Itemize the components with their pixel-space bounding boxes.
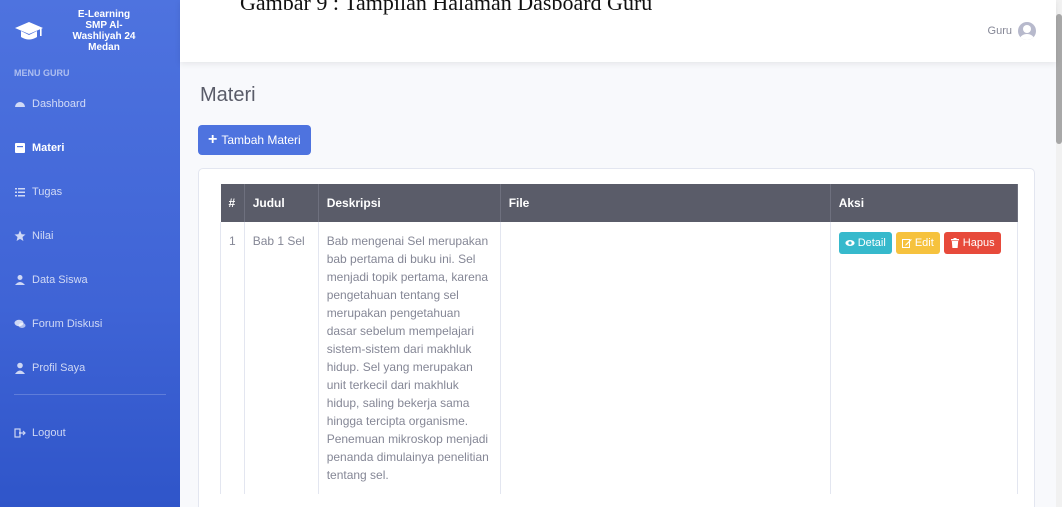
row-actions: Detail Edit Hapus — [838, 232, 1009, 254]
star-icon — [14, 230, 26, 241]
page-scrollbar[interactable] — [1056, 0, 1062, 507]
cell-judul: Bab 1 Sel — [243, 222, 319, 494]
page-title: Materi — [200, 84, 256, 106]
cell-deskripsi: Bab mengenai Sel merupakan bab pertama d… — [317, 222, 501, 494]
header-file: File — [500, 184, 831, 222]
table-row: 1 Bab 1 Sel Bab mengenai Sel merupakan b… — [220, 222, 1019, 494]
plus-icon: + — [208, 131, 218, 148]
book-icon — [15, 143, 25, 153]
materi-card: # Judul Deskripsi File Aksi 1 Bab 1 Sel … — [198, 168, 1035, 507]
user-icon — [15, 362, 25, 374]
header-no: # — [220, 184, 245, 222]
trash-icon — [950, 238, 959, 248]
cell-file — [499, 222, 831, 494]
header-deskripsi: Deskripsi — [318, 184, 501, 222]
sidebar-item-label: Profil Saya — [32, 362, 86, 374]
edit-button[interactable]: Edit — [895, 232, 940, 254]
detail-button[interactable]: Detail — [838, 232, 892, 254]
sidebar-item-label: Forum Diskusi — [32, 318, 103, 330]
students-icon — [15, 275, 25, 285]
sidebar-item-label: Data Siswa — [32, 274, 88, 286]
table-header-row: # Judul Deskripsi File Aksi — [220, 184, 1019, 222]
sidebar-item-label: Dashboard — [32, 98, 86, 110]
sidebar-item-label: Nilai — [32, 230, 54, 242]
hapus-label: Hapus — [962, 237, 995, 249]
cell-aksi: Detail Edit Hapus — [829, 222, 1019, 494]
user-name[interactable]: Guru — [988, 25, 1012, 37]
main-content: Materi + Tambah Materi # Judul Deskripsi… — [180, 62, 1056, 507]
sidebar-item-dashboard[interactable]: Dashboard — [0, 82, 180, 126]
sidebar-item-logout[interactable]: Logout — [0, 411, 180, 455]
sidebar-item-materi[interactable]: Materi — [0, 126, 180, 170]
sidebar-item-forum-diskusi[interactable]: Forum Diskusi — [0, 302, 180, 346]
sidebar-heading: MENU GURU — [14, 68, 70, 78]
sidebar: E-Learning SMP Al- Washliyah 24 Medan ME… — [0, 0, 180, 507]
add-materi-button[interactable]: + Tambah Materi — [198, 125, 311, 155]
brand-title: E-Learning SMP Al- Washliyah 24 Medan — [72, 9, 136, 53]
list-icon — [15, 188, 25, 197]
cell-no: 1 — [220, 222, 245, 494]
sidebar-item-profil-saya[interactable]: Profil Saya — [0, 346, 180, 390]
sidebar-item-label: Tugas — [32, 186, 63, 198]
sidebar-item-data-siswa[interactable]: Data Siswa — [0, 258, 180, 302]
edit-icon — [901, 239, 912, 248]
detail-label: Detail — [857, 237, 886, 249]
sidebar-item-label: Logout — [32, 427, 66, 439]
sidebar-brand[interactable]: E-Learning SMP Al- Washliyah 24 Medan — [0, 0, 180, 62]
logout-icon — [14, 428, 26, 438]
avatar-icon[interactable] — [1018, 22, 1036, 40]
chat-icon — [14, 319, 26, 328]
materi-table: # Judul Deskripsi File Aksi 1 Bab 1 Sel … — [220, 184, 1019, 494]
sidebar-item-label: Materi — [32, 142, 65, 154]
header-aksi: Aksi — [830, 184, 1019, 222]
eye-icon — [845, 240, 855, 246]
sidebar-item-nilai[interactable]: Nilai — [0, 214, 180, 258]
dashboard-icon — [15, 102, 25, 107]
figure-caption: Gambar 9 : Tampilan Halaman Dasboard Gur… — [240, 0, 653, 15]
header-judul: Judul — [244, 184, 319, 222]
sidebar-divider — [14, 394, 166, 395]
sidebar-item-tugas[interactable]: Tugas — [0, 170, 180, 214]
graduation-cap-icon — [15, 22, 43, 40]
edit-label: Edit — [914, 237, 934, 249]
hapus-button[interactable]: Hapus — [943, 232, 1001, 254]
scrollbar-thumb[interactable] — [1056, 14, 1062, 144]
add-materi-label: Tambah Materi — [221, 133, 301, 147]
